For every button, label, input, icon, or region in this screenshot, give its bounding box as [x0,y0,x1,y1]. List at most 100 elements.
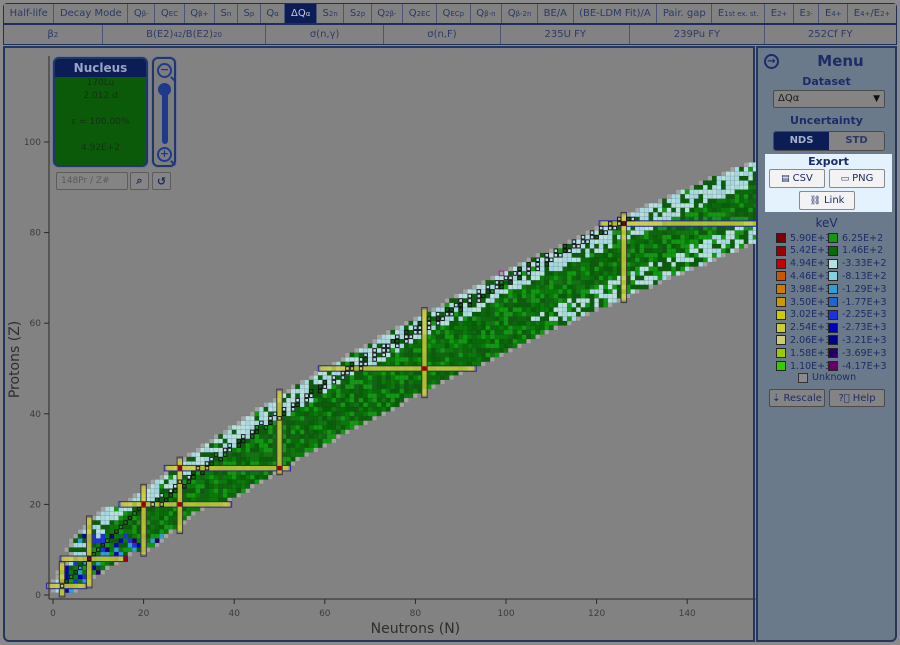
nuclide-cell [748,175,754,181]
nuclide-cell [675,239,681,245]
nuclide-cell [535,293,541,299]
tab-n-f[interactable]: σ(n,F) [383,25,502,44]
nuclide-cell [367,388,373,394]
tab-239pu-fy[interactable]: 239Pu FY [630,25,765,44]
rescale-button[interactable]: ⇣ Rescale [769,389,825,407]
zoom-out-icon[interactable]: − [157,63,172,78]
zoom-in-icon[interactable]: + [157,147,172,162]
tab-q2[interactable]: Q 2β- [371,4,404,23]
nuclide-cell [698,184,704,190]
tab-q-n[interactable]: Qβ-n [470,4,503,23]
nuclide-cell [562,311,568,317]
nuclide-cell [431,375,436,381]
zoom-slider-thumb[interactable] [158,83,171,96]
nuclide-cell [580,279,586,285]
nuclide-cell [671,270,677,276]
nuclide-cell [435,356,441,362]
nuclide-cell [553,311,559,317]
nuclide-cell [598,243,604,249]
tab-q-2n[interactable]: Qβ-2n [502,4,539,23]
nuclide-cell [485,316,491,322]
uncertainty-nds-button[interactable]: NDS [774,132,829,150]
dataset-select[interactable]: ΔQα ▼ [773,90,885,108]
nuclide-cell [589,270,595,276]
nuclide-cell [598,252,604,258]
nuclide-cell [748,212,754,217]
nuclide-cell [73,565,79,571]
tab-q[interactable]: Qα [260,4,286,23]
tab-sp[interactable]: Sp [237,4,261,23]
search-button[interactable]: ⌕ [130,172,149,190]
export-link-button[interactable]: ⛓ Link [799,191,855,210]
nuclide-cell [245,433,251,439]
nuclide-cell [412,375,418,381]
tab-pair-gap[interactable]: Pair. gap [657,4,713,23]
nuclide-cell [562,257,568,263]
nuclide-cell [720,193,726,199]
nuclide-cell [607,298,613,304]
tab-235u-fy[interactable]: 235U FY [501,25,631,44]
nuclide-cell [657,270,663,276]
tab-2[interactable]: β2 [4,25,103,44]
nuclide-cell [326,406,332,412]
reset-view-button[interactable]: ↺ [152,172,171,190]
nuclide-cell [680,252,686,258]
nuclide-cell [399,329,405,335]
nuclide-cell [213,492,219,498]
nuclide-cell [231,452,237,458]
tab-e3[interactable]: E 3- [793,4,820,23]
nuclide-cell [109,542,115,548]
tab-q[interactable]: Qβ- [128,4,156,23]
nuclide-cell [358,393,364,399]
nuclide-cell [589,239,595,245]
tab-q[interactable]: ΔQ α [285,4,317,23]
nuclide-cell [408,338,414,344]
tab-n[interactable]: σ(n,γ) [266,25,384,44]
nuclide-cell [648,261,654,267]
nuclide-cell [245,424,251,430]
nuclide-cell [508,311,513,317]
collapse-menu-icon[interactable]: → [764,54,779,69]
tab-s2n[interactable]: S 2n [316,4,345,23]
tab-e4-e2[interactable]: E 4+/E 2+ [848,4,896,23]
nuclide-cell [209,443,215,448]
tab-sn[interactable]: Sn [214,4,238,23]
export-png-label: PNG [852,173,874,184]
nuclide-cell [598,270,604,276]
tab-b-e2-42-b-e2-20[interactable]: B(E2) 42/B(E2) 20 [102,25,267,44]
nuclide-cell [462,302,468,308]
nuclide-cell [204,452,210,458]
tab-be-a[interactable]: BE/A [538,4,574,23]
tab-be-ldm-fit-a[interactable]: (BE-LDM Fit)/A [573,4,658,23]
tab-half-life[interactable]: Half-life [4,4,55,23]
tab-252cf-fy[interactable]: 252Cf FY [764,25,896,44]
legend-label: 5.42E+3 [790,245,832,257]
nuclide-cell [643,202,649,208]
tab-s2p[interactable]: S 2p [344,4,372,23]
tab-e1st-ex-st[interactable]: E 1st ex. st. [712,4,766,23]
uncertainty-std-button[interactable]: STD [829,132,884,150]
nuclide-cell [517,261,523,267]
help-button[interactable]: ?⃝ Help [829,389,885,407]
magic-proton-strip [120,502,230,507]
nuclide-cell [539,252,545,258]
nuclide-cell [290,433,296,439]
tab-e4[interactable]: E 4+ [819,4,849,23]
nuclide-cell [648,207,654,213]
tab-qecp[interactable]: Q ECp [436,4,471,23]
nuclide-cell [340,411,346,417]
export-csv-button[interactable]: ▤ CSV [769,169,825,188]
export-png-button[interactable]: ▭ PNG [829,169,885,188]
nuclide-cell [489,320,495,326]
tab-q[interactable]: Qβ+ [184,4,215,23]
nuclide-cell [517,316,523,322]
nuclide-cell [562,289,568,294]
tab-q2ec[interactable]: Q 2EC [403,4,437,23]
nuclide-cell [326,402,332,408]
tab-decay-mode[interactable]: Decay Mode [54,4,129,23]
tab-e2[interactable]: E 2+ [765,4,794,23]
zoom-control: − + [152,57,176,167]
tab-qec[interactable]: Q EC [155,4,185,23]
nuclide-cell [168,515,174,521]
nucleus-search-input[interactable] [56,172,128,190]
